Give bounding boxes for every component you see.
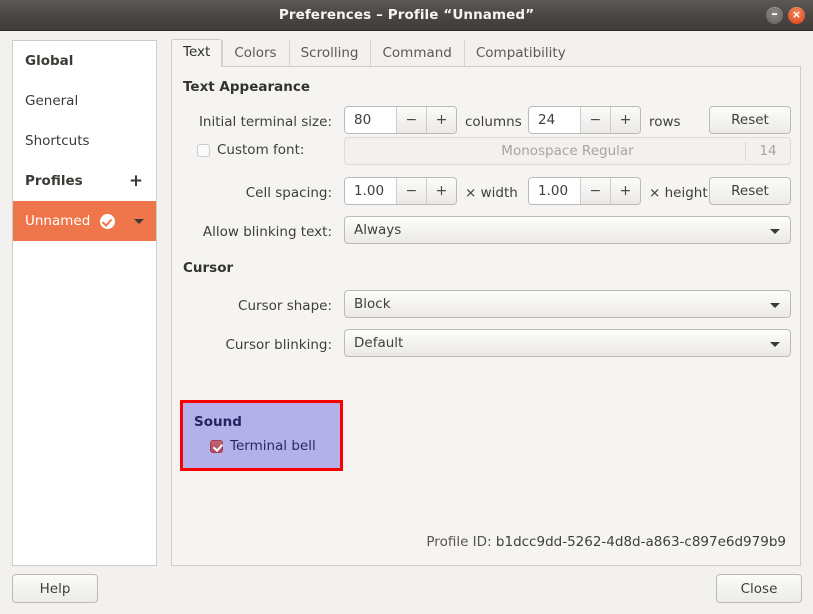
sidebar-label-global: Global <box>25 53 74 69</box>
columns-increment-button[interactable]: + <box>425 107 456 133</box>
label-cell-spacing: Cell spacing: <box>245 185 332 201</box>
columns-decrement-button[interactable]: − <box>395 107 426 133</box>
rows-decrement-button[interactable]: − <box>579 107 610 133</box>
preferences-tabstrip: Text Colors Scrolling Command Compatibil… <box>171 39 801 67</box>
help-button[interactable]: Help <box>12 574 98 603</box>
close-window-button[interactable]: × <box>788 7 805 24</box>
tab-scrolling[interactable]: Scrolling <box>288 40 371 67</box>
chevron-down-icon[interactable] <box>134 218 144 224</box>
sidebar-item-general[interactable]: General <box>13 81 156 121</box>
cell-width-value[interactable]: 1.00 <box>345 178 396 204</box>
sidebar-item-shortcuts[interactable]: Shortcuts <box>13 121 156 161</box>
cursor-shape-select[interactable]: Block <box>344 290 791 318</box>
window-controls: – × <box>766 7 805 24</box>
sidebar-label-shortcuts: Shortcuts <box>25 133 90 149</box>
check-circle-icon <box>100 213 116 229</box>
cell-height-spinner[interactable]: 1.00 − + <box>528 177 641 205</box>
minimize-button[interactable]: – <box>766 7 783 24</box>
sidebar-item-profiles: Profiles + <box>13 161 156 201</box>
cell-height-value[interactable]: 1.00 <box>529 178 580 204</box>
label-initial-terminal-size: Initial terminal size: <box>198 114 332 130</box>
tab-label-text: Text <box>183 44 211 60</box>
label-custom-font: Custom font: <box>217 142 305 158</box>
label-terminal-bell: Terminal bell <box>230 438 316 454</box>
tab-label-colors: Colors <box>234 45 277 61</box>
cell-height-increment-button[interactable]: + <box>609 178 640 204</box>
label-rows-unit: rows <box>649 114 681 130</box>
section-title-text-appearance: Text Appearance <box>183 79 311 95</box>
custom-font-checkbox-row[interactable]: Custom font: <box>197 142 304 158</box>
chevron-down-icon <box>770 303 780 308</box>
font-name-label: Monospace Regular <box>501 143 634 159</box>
label-cell-width-unit: × width <box>465 185 518 201</box>
cell-width-spinner[interactable]: 1.00 − + <box>344 177 457 205</box>
add-profile-icon[interactable]: + <box>122 167 150 195</box>
sidebar-item-profile-unnamed[interactable]: Unnamed <box>13 201 156 241</box>
label-columns-unit: columns <box>465 114 522 130</box>
profile-id-value: b1dcc9dd-5262-4d8d-a863-c897e6d979b9 <box>495 534 786 550</box>
label-cell-height-unit: × height <box>649 185 708 201</box>
window-titlebar: Preferences – Profile “Unnamed” – × <box>0 0 813 31</box>
tab-label-scrolling: Scrolling <box>300 45 359 61</box>
profile-id-label: Profile ID: <box>426 534 492 550</box>
custom-font-button: Monospace Regular 14 <box>344 137 791 165</box>
rows-increment-button[interactable]: + <box>609 107 640 133</box>
sound-section-highlight: Sound Terminal bell <box>180 400 343 471</box>
section-title-sound: Sound <box>194 414 242 430</box>
sidebar-label-profiles: Profiles <box>25 173 83 189</box>
window-body: Global General Shortcuts Profiles + Unna… <box>0 31 813 614</box>
close-button[interactable]: Close <box>716 574 802 603</box>
columns-spinner[interactable]: 80 − + <box>344 106 457 134</box>
cell-height-decrement-button[interactable]: − <box>579 178 610 204</box>
allow-blinking-text-value: Always <box>354 222 402 238</box>
tab-command[interactable]: Command <box>370 40 463 67</box>
tab-label-compatibility: Compatibility <box>475 45 566 61</box>
label-cursor-blinking: Cursor blinking: <box>225 337 332 353</box>
text-tab-panel: Text Appearance Initial terminal size: 8… <box>171 67 801 566</box>
tab-text[interactable]: Text <box>171 39 223 67</box>
rows-spinner[interactable]: 24 − + <box>528 106 641 134</box>
tab-label-command: Command <box>382 45 452 61</box>
sidebar-label-profile-unnamed: Unnamed <box>25 213 91 229</box>
minimize-icon: – <box>771 7 778 22</box>
cursor-blinking-value: Default <box>354 335 404 351</box>
rows-value[interactable]: 24 <box>529 107 580 133</box>
terminal-bell-checkbox[interactable] <box>210 439 223 453</box>
custom-font-checkbox[interactable] <box>197 143 210 157</box>
sidebar-item-global[interactable]: Global <box>13 41 156 81</box>
chevron-down-icon <box>770 229 780 234</box>
font-size-label: 14 <box>745 142 790 161</box>
cell-width-increment-button[interactable]: + <box>425 178 456 204</box>
tab-colors[interactable]: Colors <box>222 40 288 67</box>
label-cursor-shape: Cursor shape: <box>238 298 332 314</box>
tab-compatibility[interactable]: Compatibility <box>463 40 578 67</box>
close-icon: × <box>791 8 802 21</box>
allow-blinking-text-select[interactable]: Always <box>344 216 791 244</box>
preferences-sidebar: Global General Shortcuts Profiles + Unna… <box>12 40 157 566</box>
label-allow-blinking-text: Allow blinking text: <box>202 224 332 240</box>
cell-width-decrement-button[interactable]: − <box>395 178 426 204</box>
section-title-cursor: Cursor <box>183 260 234 276</box>
terminal-bell-checkbox-row[interactable]: Terminal bell <box>210 438 316 454</box>
window-title: Preferences – Profile “Unnamed” <box>278 7 535 23</box>
cursor-shape-value: Block <box>354 296 391 312</box>
chevron-down-icon <box>770 342 780 347</box>
columns-value[interactable]: 80 <box>345 107 396 133</box>
reset-cell-spacing-button[interactable]: Reset <box>709 177 791 205</box>
profile-id-row: Profile ID: b1dcc9dd-5262-4d8d-a863-c897… <box>426 534 786 550</box>
reset-terminal-size-button[interactable]: Reset <box>709 106 791 134</box>
sidebar-label-general: General <box>25 93 79 109</box>
cursor-blinking-select[interactable]: Default <box>344 329 791 357</box>
